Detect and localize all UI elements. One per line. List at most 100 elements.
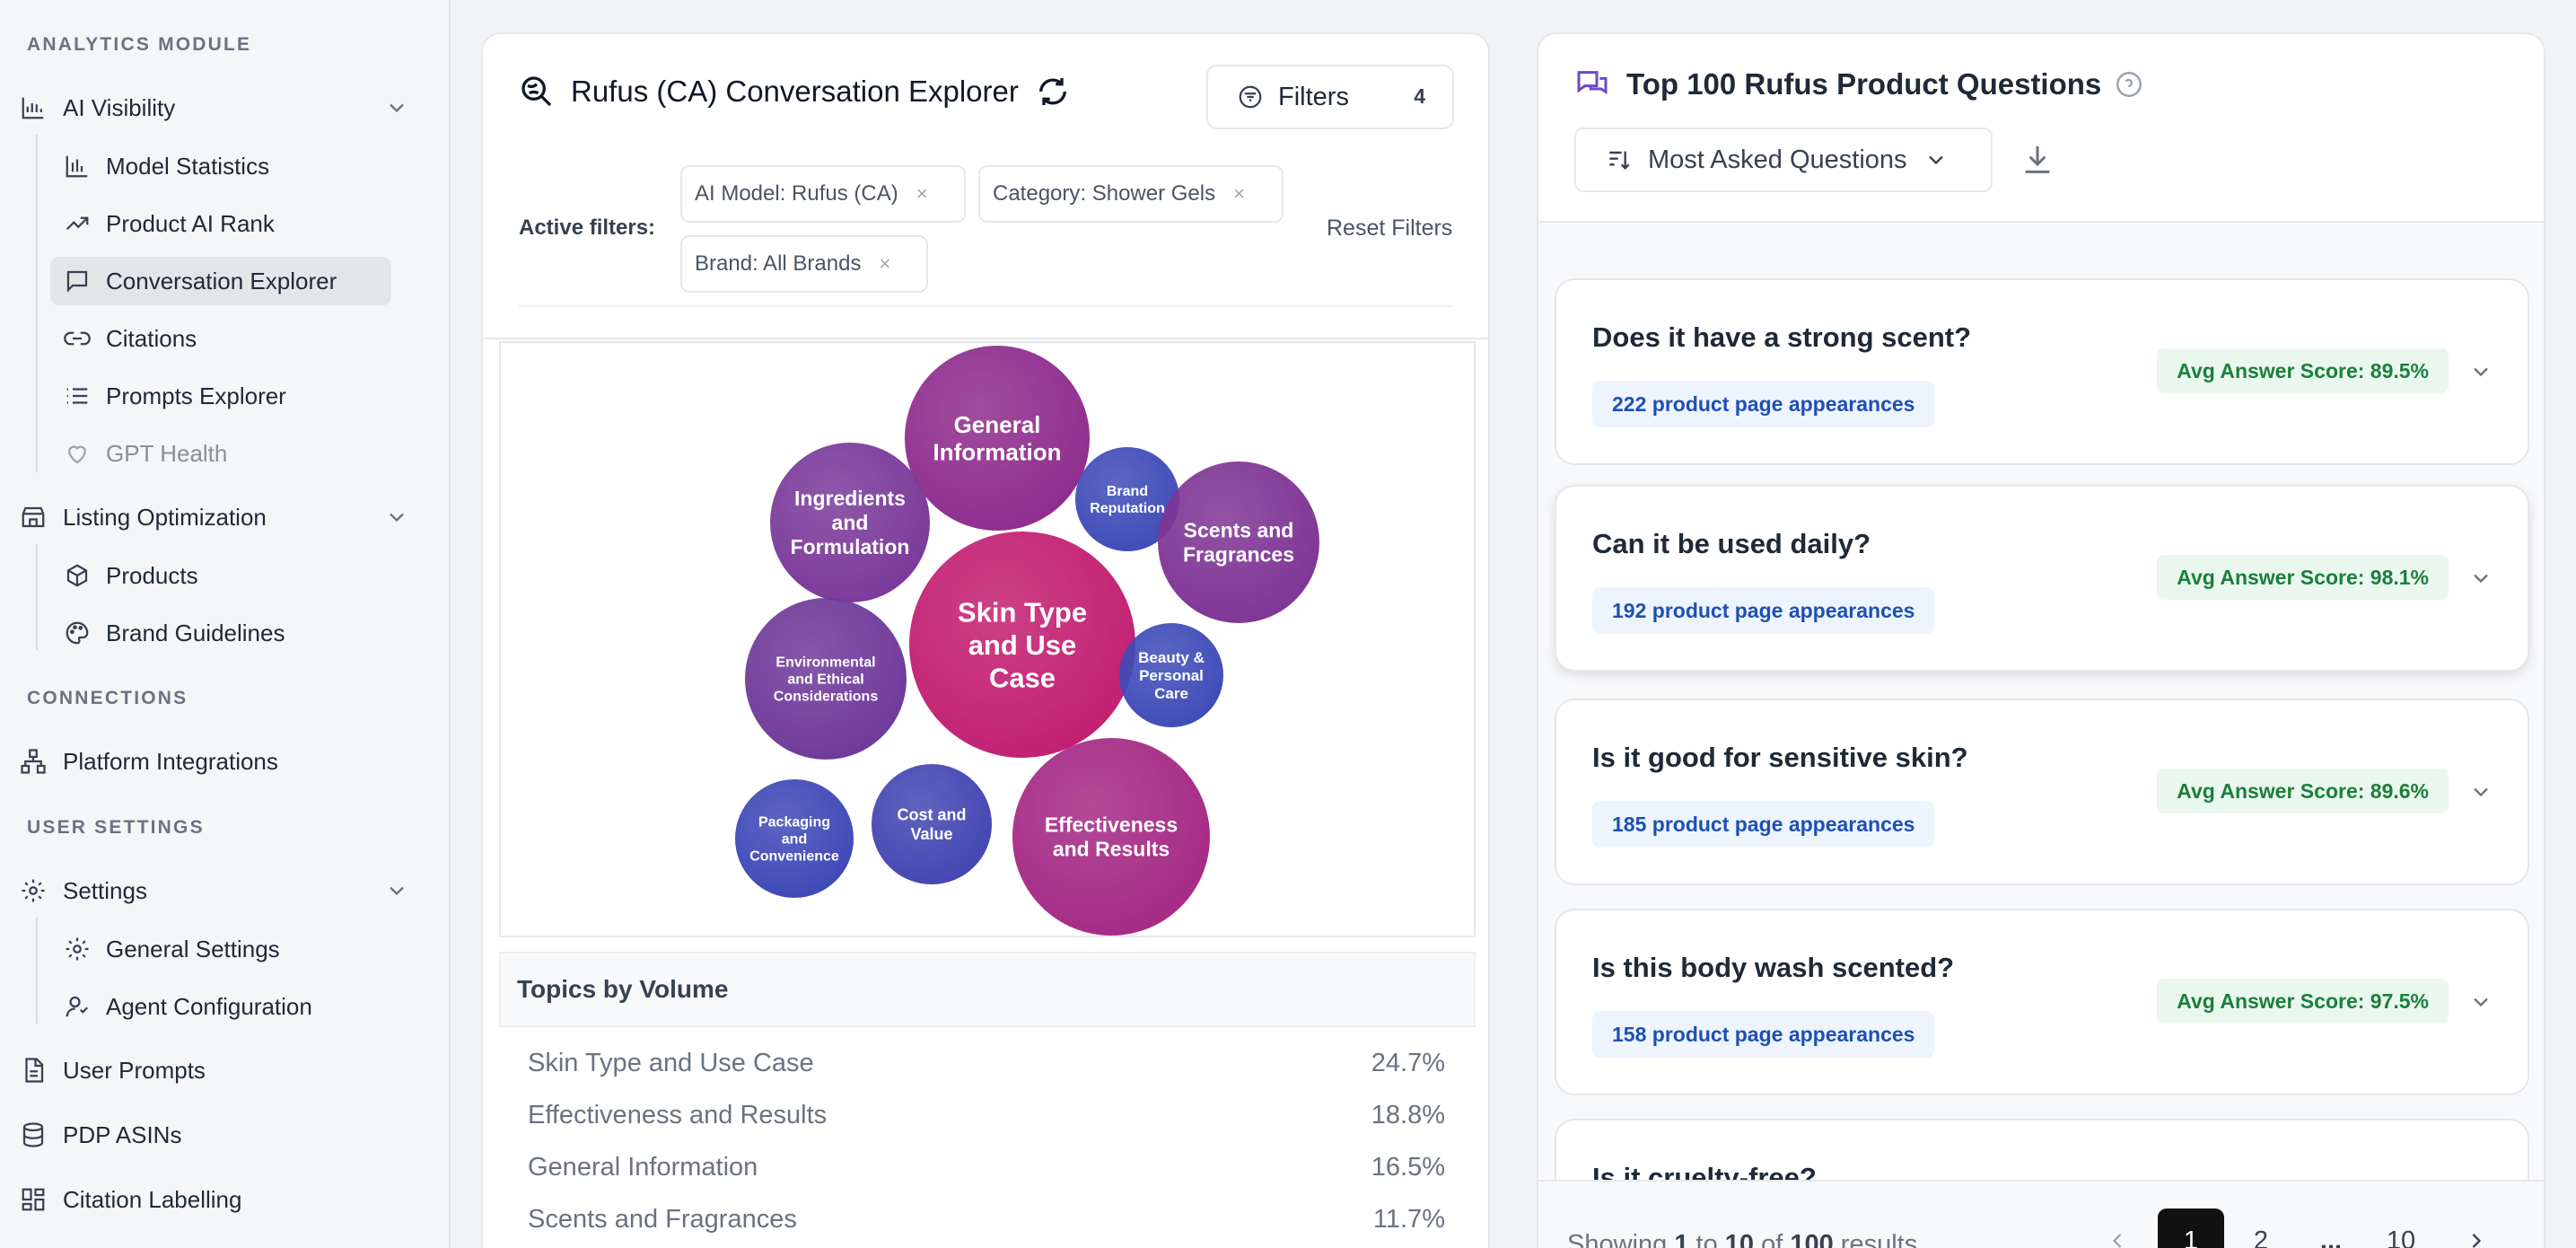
download-icon[interactable] <box>2020 142 2055 178</box>
section-title-analytics: ANALYTICS MODULE <box>27 34 252 55</box>
questions-list: Does it have a strong scent? 222 product… <box>1538 223 2544 1180</box>
answer-score-badge: Avg Answer Score: 89.5% <box>2157 348 2449 393</box>
search-globe-icon <box>521 76 552 107</box>
filters-label: Filters <box>1278 82 1349 111</box>
close-icon[interactable]: × <box>916 182 928 206</box>
nav-label: User Prompts <box>63 1056 206 1084</box>
nav-label: AI Visibility <box>63 93 176 121</box>
sidebar-item-label: Prompts Explorer <box>106 382 286 409</box>
volume-row-pct: 11.7% <box>1372 1205 1445 1234</box>
questions-title: Top 100 Rufus Product Questions <box>1626 67 2102 101</box>
sidebar-item-agent-configuration[interactable]: Agent Configuration <box>50 982 391 1031</box>
results-text: to <box>1695 1230 1718 1248</box>
next-page-button[interactable] <box>2443 1208 2510 1248</box>
bubble-effectiveness-and-results[interactable]: Effectivenessand Results <box>1012 738 1210 936</box>
nav-settings[interactable]: Settings <box>18 867 427 914</box>
bar-chart-icon <box>18 92 48 123</box>
trending-up-icon <box>63 209 92 238</box>
question-card[interactable]: Is it cruelty-free? <box>1555 1119 2529 1180</box>
chevron-down-icon[interactable] <box>2468 989 2493 1015</box>
chevron-down-icon[interactable] <box>384 505 409 530</box>
chevron-down-icon[interactable] <box>2468 359 2493 384</box>
close-icon[interactable]: × <box>879 252 890 276</box>
bubble-label: Ingredients <box>794 487 906 510</box>
nav-ai-visibility[interactable]: AI Visibility <box>18 84 427 131</box>
active-filters-label: Active filters: <box>519 215 656 240</box>
chevron-down-icon[interactable] <box>384 95 409 120</box>
filters-button[interactable]: Filters 4 <box>1206 65 1454 129</box>
chevron-down-icon[interactable] <box>2468 566 2493 591</box>
conversation-explorer-card: Rufus (CA) Conversation Explorer Filters… <box>481 32 1490 1248</box>
results-from: 1 <box>1674 1230 1689 1248</box>
chevron-down-icon[interactable] <box>384 878 409 903</box>
reset-filters-button[interactable]: Reset Filters <box>1327 215 1452 242</box>
filter-chip-label: Category: Shower Gels <box>993 181 1216 206</box>
page-button-10[interactable]: 10 <box>2368 1208 2434 1248</box>
page-button-2[interactable]: 2 <box>2228 1208 2294 1248</box>
question-card[interactable]: Does it have a strong scent? 222 product… <box>1555 278 2529 465</box>
question-text: Does it have a strong scent? <box>1592 321 1972 353</box>
results-to: 10 <box>1724 1230 1755 1248</box>
sidebar-item-label: Model Statistics <box>106 152 270 180</box>
bubble-beauty-and-personal-care[interactable]: Beauty &PersonalCare <box>1119 623 1223 727</box>
bubble-skin-type-and-use-case[interactable]: Skin Typeand UseCase <box>909 532 1135 758</box>
nav-listing-optimization[interactable]: Listing Optimization <box>18 494 427 541</box>
page-button-1[interactable]: 1 <box>2158 1208 2224 1248</box>
topics-by-volume-header: Topics by Volume <box>499 952 1476 1025</box>
bubble-label: and Ethical <box>787 672 863 688</box>
database-icon <box>18 1120 48 1150</box>
question-card[interactable]: Is this body wash scented? 158 product p… <box>1555 909 2529 1095</box>
link-icon <box>63 324 92 353</box>
bubble-label: Effectiveness <box>1045 813 1178 836</box>
volume-row-pct: 18.8% <box>1371 1101 1445 1129</box>
volume-row-name: Effectiveness and Results <box>528 1101 828 1129</box>
bubble-label: Scents and <box>1184 518 1294 541</box>
sidebar-item-products[interactable]: Products <box>50 551 391 600</box>
file-text-icon <box>18 1055 48 1085</box>
sidebar-item-citations[interactable]: Citations <box>50 314 391 363</box>
volume-row-pct: 24.7% <box>1371 1049 1445 1077</box>
question-card[interactable]: Is it good for sensitive skin? 185 produ… <box>1555 699 2529 885</box>
gear-icon <box>18 875 48 906</box>
bubble-label: and <box>782 832 807 848</box>
filter-chip-ai-model[interactable]: AI Model: Rufus (CA) × <box>680 165 966 223</box>
nav-label: Platform Integrations <box>63 747 278 775</box>
heart-icon <box>63 439 92 468</box>
bubble-scents-and-fragrances[interactable]: Scents andFragrances <box>1158 461 1319 623</box>
bubble-cost-and-value[interactable]: Cost andValue <box>872 764 992 884</box>
bubble-label: Fragrances <box>1183 543 1294 567</box>
filter-chip-category[interactable]: Category: Shower Gels × <box>978 165 1284 223</box>
filter-chip-brand[interactable]: Brand: All Brands × <box>680 235 928 293</box>
bubble-environmental-and-ethical[interactable]: Environmentaland EthicalConsiderations <box>745 598 907 760</box>
sidebar-item-product-ai-rank[interactable]: Product AI Rank <box>50 199 391 248</box>
question-card[interactable]: Can it be used daily? 192 product page a… <box>1555 485 2529 672</box>
sidebar-item-conversation-explorer[interactable]: Conversation Explorer <box>50 257 391 305</box>
section-title-user-settings: USER SETTINGS <box>27 817 205 838</box>
bubble-packaging-and-convenience[interactable]: PackagingandConvenience <box>735 779 854 898</box>
bubble-ingredients-and-formulation[interactable]: IngredientsandFormulation <box>770 443 930 602</box>
bubble-label: Brand <box>1107 484 1148 499</box>
sidebar-item-general-settings[interactable]: General Settings <box>50 925 391 973</box>
sidebar-item-brand-guidelines[interactable]: Brand Guidelines <box>50 609 391 657</box>
nav-user-prompts[interactable]: User Prompts <box>18 1047 427 1094</box>
chevron-down-icon[interactable] <box>2468 779 2493 804</box>
nav-platform-integrations[interactable]: Platform Integrations <box>18 738 427 785</box>
nav-citation-labelling[interactable]: Citation Labelling <box>18 1176 427 1223</box>
help-circle-icon[interactable] <box>2114 69 2144 100</box>
sidebar-item-model-statistics[interactable]: Model Statistics <box>50 142 391 190</box>
results-text: Showing <box>1567 1230 1668 1248</box>
sidebar-item-gpt-health[interactable]: GPT Health <box>50 429 391 478</box>
prev-page-button[interactable] <box>2084 1208 2151 1248</box>
bubble-label: Convenience <box>749 848 839 864</box>
question-text: Is it good for sensitive skin? <box>1592 742 1968 773</box>
answer-score-badge: Avg Answer Score: 98.1% <box>2157 555 2449 600</box>
filter-chip-label: AI Model: Rufus (CA) <box>695 181 898 206</box>
bubble-label: Care <box>1154 685 1188 702</box>
refresh-icon[interactable] <box>1035 74 1071 110</box>
tree-line <box>36 918 38 1024</box>
close-icon[interactable]: × <box>1233 182 1245 206</box>
sort-select[interactable]: Most Asked Questions <box>1574 127 1993 192</box>
sidebar-item-prompts-explorer[interactable]: Prompts Explorer <box>50 372 391 420</box>
bubble-general-information[interactable]: GeneralInformation <box>905 346 1090 531</box>
nav-pdp-asins[interactable]: PDP ASINs <box>18 1112 427 1158</box>
